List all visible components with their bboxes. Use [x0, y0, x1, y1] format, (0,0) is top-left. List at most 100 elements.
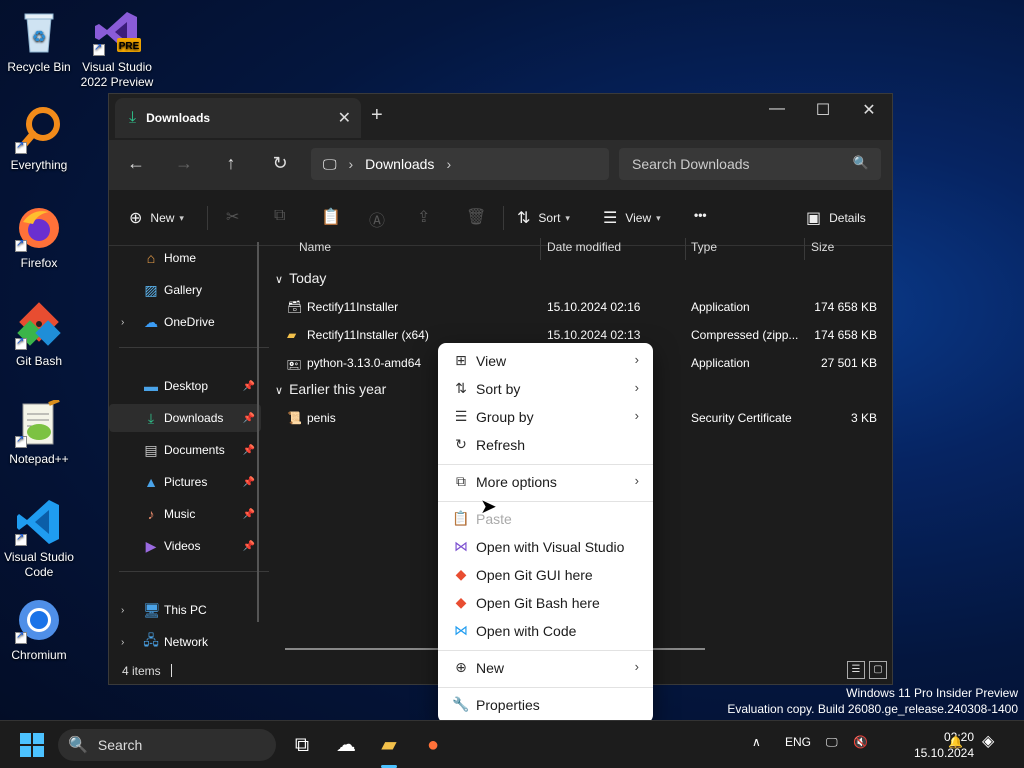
maximize-button[interactable]: ☐: [800, 100, 846, 120]
pin-icon[interactable]: 📌: [243, 413, 255, 424]
rename-icon[interactable]: Ⓐ: [369, 207, 385, 231]
show-hidden-icons-chevron-icon[interactable]: ∧: [752, 735, 761, 749]
refresh-button[interactable]: ↻: [266, 153, 294, 174]
sidebar-item-downloads[interactable]: ⤓ Downloads 📌: [109, 404, 261, 432]
notification-bell-icon[interactable]: 🔔: [948, 735, 963, 749]
sidebar-item-desktop[interactable]: ▬ Desktop 📌: [109, 372, 261, 400]
details-view-toggle-icon[interactable]: ☰: [847, 661, 865, 679]
tab-downloads[interactable]: ⤓ Downloads ✕: [115, 98, 361, 138]
volume-muted-icon[interactable]: 🔇: [853, 735, 868, 749]
breadcrumb-chevron-icon[interactable]: ›: [446, 156, 451, 172]
copy-icon[interactable]: ⧉: [274, 207, 285, 225]
new-button[interactable]: ⊕ New ▾: [129, 208, 184, 228]
menu-item-group-by[interactable]: ☰ Group by ›: [442, 403, 649, 431]
sidebar-item-videos[interactable]: ▶ Videos 📌: [109, 532, 261, 560]
share-icon[interactable]: ⇪: [417, 207, 430, 227]
pin-icon[interactable]: 📌: [243, 445, 255, 456]
sidebar-item-gallery[interactable]: ▨ Gallery: [109, 276, 261, 304]
paste-icon[interactable]: 📋: [321, 207, 341, 227]
desktop-icon-visual-studio[interactable]: PRE Visual Studio 2022 Preview: [78, 8, 156, 90]
column-header-type[interactable]: Type: [691, 240, 717, 254]
chevron-right-icon[interactable]: ›: [121, 317, 124, 328]
view-button[interactable]: ☰ View ▾: [603, 208, 661, 228]
desktop-icon-chromium[interactable]: Chromium: [0, 596, 78, 663]
menu-item-more-options[interactable]: ⧉ More options ›: [442, 468, 649, 496]
menu-item-open-git-bash[interactable]: ◆ Open Git Bash here: [442, 589, 649, 617]
desktop-icon-notepadpp[interactable]: Notepad++: [0, 398, 78, 467]
desktop-icon-vscode[interactable]: Visual Studio Code: [0, 498, 78, 580]
pin-icon[interactable]: 📌: [243, 381, 255, 392]
breadcrumb[interactable]: Downloads: [365, 156, 434, 172]
close-window-button[interactable]: ✕: [846, 100, 892, 120]
sidebar-scrollbar[interactable]: [257, 242, 259, 622]
file-name: python-3.13.0-amd64: [307, 356, 422, 370]
column-header-name[interactable]: Name: [299, 240, 331, 254]
up-button[interactable]: ↑: [217, 153, 245, 174]
firefox-taskbar-icon[interactable]: ●: [419, 731, 447, 759]
chevron-right-icon[interactable]: ›: [121, 637, 124, 648]
visual-studio-icon: ⋈: [454, 538, 468, 554]
column-divider[interactable]: [804, 238, 805, 260]
minimize-button[interactable]: —: [754, 100, 800, 118]
start-button[interactable]: [20, 733, 44, 757]
widgets-icon[interactable]: ☁: [332, 731, 360, 759]
download-icon: ⤓: [147, 409, 155, 426]
new-tab-button[interactable]: +: [371, 104, 383, 127]
menu-item-new[interactable]: ⊕ New ›: [442, 654, 649, 682]
task-view-icon[interactable]: ⧉: [288, 731, 316, 759]
sidebar-item-onedrive[interactable]: › ☁ OneDrive: [109, 308, 261, 336]
group-title: Today: [289, 270, 327, 286]
network-status-icon[interactable]: 🖵: [826, 735, 838, 750]
navigation-pane: ⌂ Home ▨ Gallery › ☁ OneDrive ▬ Desktop …: [109, 234, 269, 660]
file-explorer-taskbar-icon[interactable]: ▰: [375, 731, 403, 759]
delete-icon[interactable]: 🗑: [466, 207, 486, 227]
vscode-icon: [15, 498, 63, 546]
desktop-icon-label: Git Bash: [15, 354, 63, 368]
sidebar-item-pictures[interactable]: ▲ Pictures 📌: [109, 468, 261, 496]
column-divider[interactable]: [685, 238, 686, 260]
column-divider[interactable]: [540, 238, 541, 260]
sidebar-item-music[interactable]: ♪ Music 📌: [109, 500, 261, 528]
monitor-icon: 🖵: [323, 155, 337, 172]
sort-button[interactable]: ⇅ Sort ▾: [517, 208, 570, 228]
desktop-icon-recycle-bin[interactable]: ♻ Recycle Bin: [0, 8, 78, 75]
pin-icon[interactable]: 📌: [243, 509, 255, 520]
group-header-earlier[interactable]: ∨ Earlier this year: [275, 381, 386, 397]
desktop-icon-everything[interactable]: Everything: [0, 106, 78, 173]
group-header-today[interactable]: ∨ Today: [275, 270, 326, 286]
language-indicator[interactable]: ENG: [785, 735, 811, 749]
chevron-right-icon[interactable]: ›: [121, 605, 124, 616]
back-button[interactable]: ←: [122, 153, 150, 174]
sidebar-item-documents[interactable]: ▤ Documents 📌: [109, 436, 261, 464]
desktop-icon-git-bash[interactable]: Git Bash: [0, 302, 78, 369]
search-input[interactable]: Search Downloads 🔍: [619, 148, 881, 180]
clock[interactable]: 02:20 15.10.2024: [914, 729, 974, 761]
desktop-icon-firefox[interactable]: Firefox: [0, 204, 78, 271]
menu-item-properties[interactable]: 🔧 Properties: [442, 691, 649, 719]
pin-icon[interactable]: 📌: [243, 541, 255, 552]
address-bar[interactable]: 🖵 › Downloads ›: [311, 148, 609, 180]
sidebar-item-this-pc[interactable]: › 🖥 This PC: [109, 596, 261, 624]
details-button[interactable]: ▣ Details: [806, 208, 866, 228]
menu-item-open-git-gui[interactable]: ◆ Open Git GUI here: [442, 561, 649, 589]
menu-item-paste[interactable]: 📋 Paste: [442, 505, 649, 533]
menu-item-view[interactable]: ⊞ View ›: [442, 347, 649, 375]
status-separator: [171, 664, 172, 677]
tiles-view-toggle-icon[interactable]: ▢: [869, 661, 887, 679]
column-header-size[interactable]: Size: [811, 240, 834, 254]
pin-icon[interactable]: 📌: [243, 477, 255, 488]
file-row[interactable]: 🗃 Rectify11Installer 15.10.2024 02:16 Ap…: [269, 296, 889, 320]
cut-icon[interactable]: ✂: [226, 207, 239, 227]
menu-item-open-visual-studio[interactable]: ⋈ Open with Visual Studio: [442, 533, 649, 561]
menu-item-refresh[interactable]: ↻ Refresh: [442, 431, 649, 459]
sidebar-item-network[interactable]: › 🖧 Network: [109, 628, 261, 656]
menu-item-open-with-code[interactable]: ⋈ Open with Code: [442, 617, 649, 645]
forward-button[interactable]: →: [170, 153, 198, 174]
column-header-date[interactable]: Date modified: [547, 240, 621, 254]
close-tab-icon[interactable]: ✕: [338, 108, 351, 128]
more-button[interactable]: •••: [694, 208, 707, 222]
sidebar-item-home[interactable]: ⌂ Home: [109, 244, 261, 272]
copilot-icon[interactable]: ◈: [982, 731, 994, 751]
taskbar-search[interactable]: 🔍 Search: [58, 729, 276, 761]
menu-item-sort-by[interactable]: ⇅ Sort by ›: [442, 375, 649, 403]
